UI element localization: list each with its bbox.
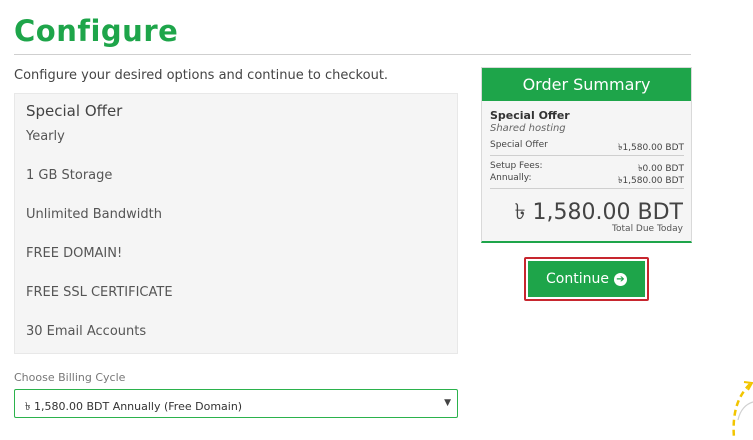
- intro-text: Configure your desired options and conti…: [14, 68, 389, 83]
- chevron-down-icon: ▼: [444, 398, 451, 408]
- line-item-value: ৳1,580.00 BDT: [617, 143, 684, 153]
- feature-item: Yearly: [26, 129, 65, 144]
- feature-item: 1 GB Storage: [26, 168, 113, 183]
- line-item-label: Special Offer: [490, 140, 548, 150]
- feature-item: Unlimited Bandwidth: [26, 207, 162, 222]
- page-title: Configure: [14, 14, 179, 48]
- setup-fees-label: Setup Fees:: [490, 161, 543, 171]
- annual-value: ৳1,580.00 BDT: [617, 176, 684, 186]
- continue-label: Continue: [546, 271, 609, 287]
- billing-cycle-label: Choose Billing Cycle: [14, 371, 126, 384]
- order-summary-header: Order Summary: [482, 68, 691, 101]
- annual-label: Annually:: [490, 173, 532, 183]
- order-summary-box: Order Summary Special Offer Shared hosti…: [481, 67, 692, 243]
- decorative-swirl-icon: [732, 381, 753, 439]
- arrow-circle-right-icon: ➔: [613, 272, 627, 286]
- title-divider: [14, 54, 691, 55]
- feature-item: FREE SSL CERTIFICATE: [26, 285, 173, 300]
- feature-item: 30 Email Accounts: [26, 324, 147, 339]
- product-name: Special Offer: [26, 102, 123, 120]
- summary-divider: [490, 188, 684, 189]
- billing-cycle-select[interactable]: ৳ 1,580.00 BDT Annually (Free Domain) ▼: [14, 389, 458, 418]
- summary-product-group: Shared hosting: [490, 123, 566, 134]
- summary-divider: [490, 155, 684, 156]
- continue-button[interactable]: Continue ➔: [528, 261, 645, 297]
- billing-cycle-value: ৳ 1,580.00 BDT Annually (Free Domain): [25, 400, 243, 413]
- product-details-panel: Special Offer Yearly 1 GB Storage Unlimi…: [14, 93, 458, 354]
- summary-product-name: Special Offer: [490, 109, 570, 122]
- total-due-label: Total Due Today: [612, 224, 683, 234]
- feature-item: FREE DOMAIN!: [26, 246, 123, 261]
- continue-button-highlight: Continue ➔: [524, 257, 649, 301]
